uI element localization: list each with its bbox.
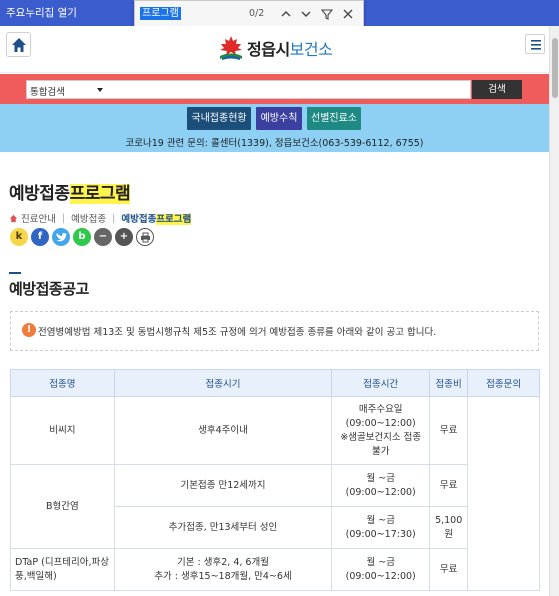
vaccine-period-cell: 기본접종 만12세까지: [113, 464, 333, 507]
logo-name: 정읍시: [247, 40, 290, 59]
logo-sub: 보건소: [289, 40, 333, 59]
search-type-select[interactable]: 통합검색: [30, 84, 65, 98]
vaccine-time-cell: 월 ~금 (09:00~17:30): [331, 506, 431, 549]
quick-link-prevention-rules[interactable]: 예방수칙: [256, 107, 302, 130]
select-arrow-icon: [97, 88, 103, 92]
site-logo[interactable]: 정읍시 보건소: [217, 35, 333, 61]
zoom-out-icon[interactable]: −: [94, 228, 112, 246]
breadcrumb-separator: |: [112, 212, 116, 224]
vaccine-name-cell: 비씨지: [10, 396, 115, 465]
table-header: 접종명: [10, 369, 115, 397]
kakao-share-icon[interactable]: k: [10, 228, 28, 246]
vaccine-fee-cell: 무료: [429, 396, 469, 465]
page-title-prefix: 예방접종: [9, 184, 70, 204]
breadcrumb-current-prefix: 예방접종: [121, 214, 157, 225]
vaccination-table: 접종명 접종시기 접종시간 접종비 접종문의 비씨지 생후4주이내 매주수요일 …: [10, 369, 540, 591]
close-icon: [343, 9, 353, 19]
site-header: 정읍시 보건소: [0, 26, 549, 73]
table-header: 접종문의: [467, 369, 540, 397]
share-buttons: k f b − +: [10, 228, 157, 246]
home-icon: [12, 38, 26, 52]
vaccine-fee-cell: 5,100 원: [429, 506, 469, 549]
find-filter-button[interactable]: [318, 5, 336, 23]
page-title: 예방접종프로그램: [9, 179, 131, 204]
breadcrumb-current-highlight: 프로그램: [156, 214, 192, 225]
vaccine-fee-cell: 무료: [429, 464, 469, 507]
breadcrumb-separator: |: [61, 212, 66, 224]
print-icon[interactable]: [136, 228, 154, 246]
vaccine-fee-cell: 무료: [429, 548, 469, 591]
table-header: 접종시간: [331, 369, 431, 397]
zoom-in-icon[interactable]: +: [115, 228, 133, 246]
menu-button[interactable]: [525, 34, 545, 54]
table-row: DTaP (디프테리아,파상풍,백일해) 기본 : 생후2, 4, 6개월 추가…: [10, 548, 540, 591]
quick-links-band: 국내접종현황 예방수칙 선별진료소 코로나19 관련 문의: 콜센터(1339)…: [0, 104, 549, 152]
maple-leaf-logo-icon: [220, 36, 242, 60]
covid-contact-info: 코로나19 관련 문의: 콜센터(1339), 정읍보건소(063-539-61…: [125, 138, 424, 149]
table-row: 비씨지 생후4주이내 매주수요일 (09:00~12:00) ※샘골보건지소 접…: [10, 396, 540, 591]
table-header-row: 접종명 접종시기 접종시간 접종비 접종문의: [10, 369, 540, 397]
vaccine-period-cell: 추가접종, 만13세부터 성인: [113, 506, 333, 549]
find-in-page-bar: 프로그램 0/2: [134, 0, 364, 27]
scrollbar-thumb[interactable]: [552, 38, 558, 98]
search-input[interactable]: 통합검색: [26, 80, 471, 99]
vaccine-time-cell: 월 ~금 (09:00~12:00): [331, 548, 431, 591]
vaccine-period-cell: 생후4주이내: [113, 396, 333, 465]
facebook-share-icon[interactable]: f: [31, 228, 49, 246]
chevron-down-icon: [301, 11, 311, 17]
find-count: 0/2: [249, 8, 265, 19]
find-input[interactable]: 프로그램: [140, 7, 181, 20]
vaccine-name-cell: DTaP (디프테리아,파상풍,백일해): [10, 548, 115, 591]
table-row: B형간염 기본접종 만12세까지 월 ~금 (09:00~12:00) 무료: [10, 464, 540, 549]
vaccine-time-cell: 매주수요일 (09:00~12:00) ※샘골보건지소 접종 불가: [331, 396, 431, 465]
quick-link-domestic-vaccination[interactable]: 국내접종현황: [187, 107, 251, 130]
breadcrumb: 진료안내 | 예방접종 | 예방접종프로그램: [9, 211, 192, 225]
notice-text: 전염병예방법 제13조 및 동법시행규칙 제5조 규정에 의거 예방접종 종류를…: [38, 327, 437, 338]
vaccine-period-cell: 기본 : 생후2, 4, 6개월 추가 : 생후15~18개월, 만4~6세: [113, 548, 333, 591]
vaccine-time-cell: 월 ~금 (09:00~12:00): [331, 464, 431, 507]
search-band: 통합검색 검색: [0, 74, 549, 104]
section-title: 예방접종공고: [9, 280, 89, 298]
quick-link-screening-clinic[interactable]: 선별진료소: [307, 107, 361, 130]
home-button[interactable]: [6, 32, 31, 57]
vertical-scrollbar[interactable]: [549, 26, 559, 596]
breadcrumb-item-vaccination[interactable]: 예방접종: [71, 211, 106, 225]
favorites-label[interactable]: 주요누리집 열기: [6, 5, 77, 20]
breadcrumb-item-current: 예방접종프로그램: [121, 211, 192, 225]
chevron-up-icon: [281, 11, 291, 17]
band-share-icon[interactable]: b: [73, 228, 91, 246]
notice-box: ! 전염병예방법 제13조 및 동법시행규칙 제5조 규정에 의거 예방접종 종…: [10, 311, 539, 351]
vaccine-name-cell: B형간염: [10, 464, 115, 549]
table-header: 접종비: [429, 369, 469, 397]
search-button[interactable]: 검색: [472, 80, 522, 99]
printer-icon: [140, 232, 150, 243]
hamburger-menu-icon: [531, 40, 541, 50]
find-next-button[interactable]: [297, 5, 315, 23]
table-header: 접종시기: [113, 369, 333, 397]
breadcrumb-item-clinic[interactable]: 진료안내: [21, 211, 56, 225]
section-accent-bar: [9, 272, 21, 274]
twitter-share-icon[interactable]: [52, 228, 70, 246]
vaccine-inquiry-cell: [467, 396, 540, 591]
find-prev-button[interactable]: [277, 5, 295, 23]
filter-icon: [320, 9, 334, 20]
alert-icon: !: [22, 323, 36, 337]
bird-icon: [56, 233, 67, 242]
page-title-highlight: 프로그램: [69, 184, 131, 204]
find-close-button[interactable]: [339, 5, 357, 23]
home-icon: [9, 214, 18, 222]
